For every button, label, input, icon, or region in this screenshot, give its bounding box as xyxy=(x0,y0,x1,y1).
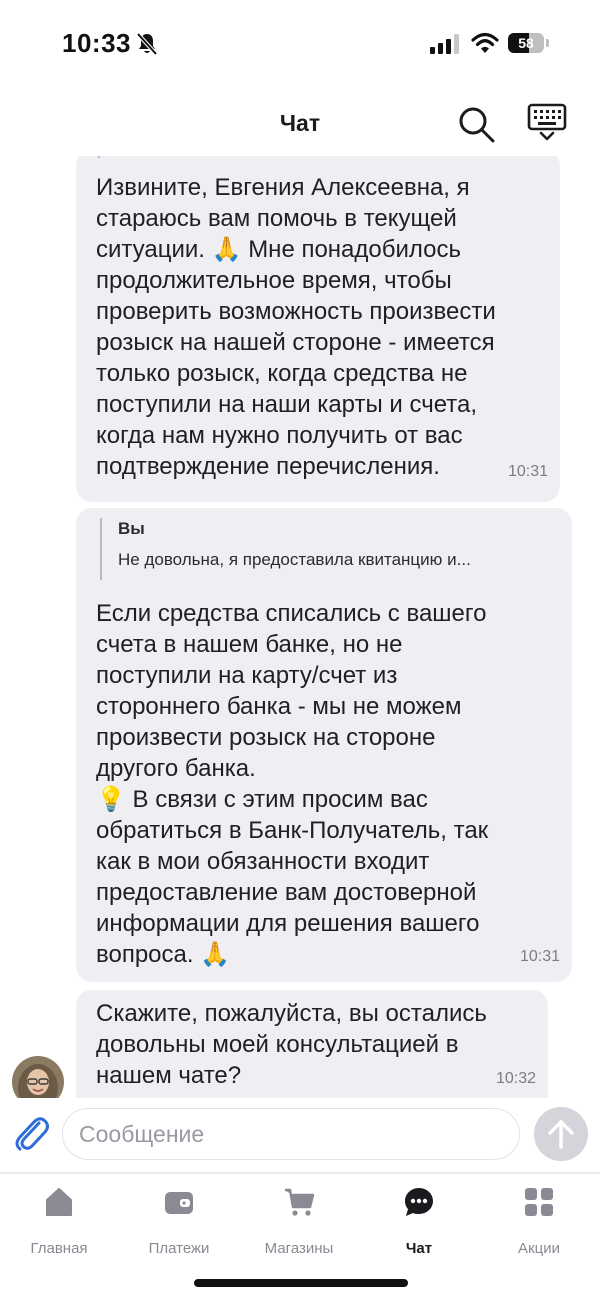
message-bubble[interactable]: Скажите, пожалуйста, вы остались довольн… xyxy=(76,990,548,1098)
tab-label: Главная xyxy=(30,1240,88,1257)
message-input[interactable] xyxy=(62,1108,520,1160)
tab-label: Чат xyxy=(405,1240,433,1257)
cellular-signal-icon xyxy=(430,34,459,54)
battery-indicator: 58 xyxy=(508,33,550,55)
message-text: Если средства списались с вашего счета в… xyxy=(96,600,489,968)
home-icon xyxy=(46,1188,72,1216)
tab-label: Магазины xyxy=(264,1240,334,1257)
send-button[interactable] xyxy=(534,1107,588,1161)
message-time: 10:31 xyxy=(507,463,548,480)
battery-percent: 58 xyxy=(518,35,534,51)
tab-home[interactable]: Главная xyxy=(4,1186,114,1257)
attach-button[interactable] xyxy=(12,1112,50,1154)
message-bubble[interactable]: Вы Не довольна, я предоставила квитанцию… xyxy=(76,508,572,982)
tab-payments[interactable]: Платежи xyxy=(124,1186,234,1257)
quote-text: Не довольна, я предоставила квитанцию и.… xyxy=(118,550,471,569)
tab-label: Акции xyxy=(518,1240,560,1257)
bell-off-icon xyxy=(136,32,158,56)
wallet-icon xyxy=(165,1192,193,1214)
tab-bar: Главная Платежи Магазины Чат Акции xyxy=(0,1174,600,1260)
chat-icon xyxy=(405,1188,433,1216)
tab-promotions[interactable]: Акции xyxy=(484,1186,594,1257)
message-time: 10:31 xyxy=(519,948,560,965)
tab-chat[interactable]: Чат xyxy=(364,1186,474,1257)
status-bar: 10:33 58 xyxy=(0,0,600,90)
avatar xyxy=(12,1056,64,1098)
chat-header: Чат xyxy=(0,92,600,156)
page-title: Чат xyxy=(279,110,321,136)
message-composer xyxy=(0,1098,600,1174)
chat-messages[interactable]: Извините, Евгения Алексеевна, я стараюсь… xyxy=(0,156,600,1098)
home-indicator xyxy=(194,1279,408,1287)
wifi-icon xyxy=(471,32,499,53)
search-button[interactable] xyxy=(456,104,496,144)
grid-icon xyxy=(525,1188,553,1216)
message-time: 10:32 xyxy=(495,1070,536,1087)
status-time: 10:33 xyxy=(62,28,131,58)
cart-icon xyxy=(285,1188,315,1216)
quote-author: Вы xyxy=(118,519,145,538)
reply-quote[interactable]: Вы Не довольна, я предоставила квитанцию… xyxy=(100,518,471,580)
message-text: Извините, Евгения Алексеевна, я стараюсь… xyxy=(96,174,496,480)
message-bubble[interactable]: Извините, Евгения Алексеевна, я стараюсь… xyxy=(76,156,560,502)
message-text: Скажите, пожалуйста, вы остались довольн… xyxy=(96,1000,487,1089)
tab-shops[interactable]: Магазины xyxy=(244,1186,354,1257)
keyboard-button[interactable] xyxy=(526,102,568,142)
tab-label: Платежи xyxy=(148,1240,210,1257)
arrow-up-icon xyxy=(548,1120,574,1149)
